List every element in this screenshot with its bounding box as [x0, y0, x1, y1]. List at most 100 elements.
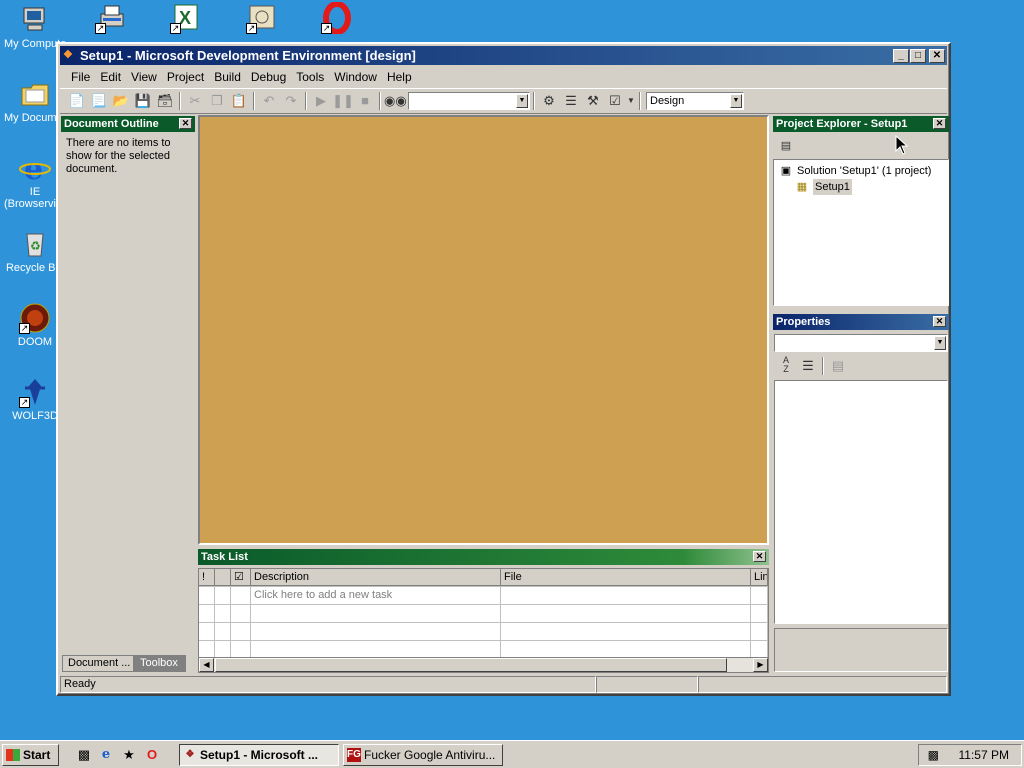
property-pages-icon[interactable]: ▤ — [827, 356, 849, 376]
standard-toolbar: 📄 📃 📂 💾 🗃 ✂ ❐ 📋 ↶ ↷ ▶ ❚❚ ■ ◉◉ ▼ ⚙ ☰ ⚒ ☑ … — [60, 88, 947, 114]
tree-item-solution[interactable]: ▣ Solution 'Setup1' (1 project) — [778, 163, 948, 179]
copy-icon[interactable]: ❐ — [206, 91, 228, 111]
chevron-down-icon[interactable]: ▼ — [934, 336, 946, 350]
show-desktop-icon[interactable]: ▩ — [76, 747, 92, 763]
column-checked[interactable]: ☑ — [231, 569, 251, 586]
antivirus-app-icon: FG — [347, 748, 361, 762]
close-icon[interactable]: ✕ — [179, 118, 192, 129]
desktop-icon-printer[interactable]: ↗ — [80, 2, 142, 36]
panel-title-text: Task List — [201, 551, 248, 563]
main-window: ❖ Setup1 - Microsoft Development Environ… — [56, 42, 951, 696]
network-tray-icon[interactable]: ▩ — [923, 748, 939, 762]
cell — [231, 623, 251, 640]
new-project-icon[interactable]: 📄 — [66, 91, 88, 111]
column-description[interactable]: Description — [251, 569, 501, 586]
column-file[interactable]: File — [501, 569, 751, 586]
close-icon[interactable]: ✕ — [933, 316, 946, 327]
task-list-icon[interactable]: ☑ — [604, 91, 626, 111]
taskbar-button-antivirus[interactable]: FG Fucker Google Antiviru... — [343, 744, 503, 766]
clock[interactable]: 11:57 PM — [959, 748, 1009, 762]
menu-view[interactable]: View — [126, 70, 162, 84]
add-item-icon[interactable]: 📃 — [88, 91, 110, 111]
menu-build[interactable]: Build — [209, 70, 246, 84]
toolbox-icon[interactable]: ⚒ — [582, 91, 604, 111]
task-horizontal-scrollbar[interactable]: ◀ ▶ — [198, 657, 769, 673]
ie-quicklaunch-icon[interactable]: e — [98, 747, 114, 763]
menu-help[interactable]: Help — [382, 70, 417, 84]
menu-debug[interactable]: Debug — [246, 70, 291, 84]
properties-object-combo[interactable]: ▼ — [774, 334, 948, 352]
find-binoculars-icon[interactable]: ◉◉ — [384, 91, 407, 111]
redo-icon[interactable]: ↷ — [280, 91, 302, 111]
column-priority[interactable]: ! — [199, 569, 215, 586]
network-quicklaunch-icon[interactable]: ★ — [121, 747, 137, 763]
tree-item-project[interactable]: ▦ Setup1 — [778, 179, 948, 195]
scroll-right-icon[interactable]: ▶ — [753, 658, 768, 672]
paste-icon[interactable]: 📋 — [228, 91, 250, 111]
devenv-app-icon[interactable]: ❖ — [63, 49, 76, 62]
tab-toolbox[interactable]: Toolbox — [134, 655, 186, 672]
doom-icon: ↗ — [19, 302, 51, 334]
task-grid-header: ! ☑ Description File Lin — [199, 569, 768, 587]
opera-quicklaunch-icon[interactable]: O — [144, 747, 160, 763]
cut-icon[interactable]: ✂ — [184, 91, 206, 111]
menu-window[interactable]: Window — [329, 70, 382, 84]
properties-window-icon[interactable]: ☰ — [560, 91, 582, 111]
close-icon[interactable]: ✕ — [753, 551, 766, 562]
task-grid: ! ☑ Description File Lin Click here to a… — [198, 568, 769, 660]
cell — [751, 623, 768, 640]
add-task-placeholder[interactable]: Click here to add a new task — [251, 587, 501, 604]
save-all-icon[interactable]: 🗃 — [154, 91, 176, 111]
menu-project[interactable]: Project — [162, 70, 209, 84]
menu-tools[interactable]: Tools — [291, 70, 329, 84]
minimize-button[interactable]: _ — [893, 49, 909, 63]
start-icon[interactable]: ▶ — [310, 91, 332, 111]
pause-icon[interactable]: ❚❚ — [332, 91, 354, 111]
solution-explorer-icon[interactable]: ⚙ — [538, 91, 560, 111]
close-icon[interactable]: ✕ — [933, 118, 946, 129]
menu-file[interactable]: File — [66, 70, 95, 84]
tab-document-outline[interactable]: Document ... — [62, 655, 134, 672]
column-type[interactable] — [215, 569, 231, 586]
desktop-icon-gallery[interactable]: ↗ — [231, 2, 293, 36]
stop-icon[interactable]: ■ — [354, 91, 376, 111]
start-label: Start — [23, 748, 51, 762]
opera-icon: ↗ — [321, 1, 353, 35]
taskbar-button-setup1[interactable]: ❖ Setup1 - Microsoft ... — [179, 744, 339, 766]
start-button[interactable]: Start — [2, 744, 59, 766]
sort-alphabetic-icon[interactable]: AZ — [775, 356, 797, 376]
undo-icon[interactable]: ↶ — [258, 91, 280, 111]
menu-edit[interactable]: Edit — [95, 70, 126, 84]
scrollbar-thumb[interactable] — [215, 658, 727, 672]
scroll-left-icon[interactable]: ◀ — [199, 658, 214, 672]
mouse-cursor-icon — [895, 135, 909, 155]
sort-categorized-icon[interactable]: ☰ — [797, 356, 819, 376]
tree-item-label: Solution 'Setup1' (1 project) — [797, 165, 932, 177]
configuration-combo[interactable]: Design ▼ — [646, 92, 744, 110]
open-icon[interactable]: 📂 — [110, 91, 132, 111]
svg-text:♻: ♻ — [30, 239, 41, 253]
column-line[interactable]: Lin — [751, 569, 768, 586]
chevron-down-icon[interactable]: ▼ — [516, 94, 528, 108]
task-new-row[interactable]: Click here to add a new task — [199, 587, 768, 605]
desktop-icon-excel[interactable]: X ↗ — [155, 2, 217, 36]
chevron-down-icon[interactable]: ▼ — [730, 94, 742, 108]
designer-canvas[interactable] — [198, 115, 769, 545]
close-button[interactable]: ✕ — [929, 49, 945, 63]
window-titlebar[interactable]: ❖ Setup1 - Microsoft Development Environ… — [60, 46, 947, 65]
save-icon[interactable]: 💾 — [132, 91, 154, 111]
system-tray: ▩ 11:57 PM — [918, 744, 1022, 766]
find-combo[interactable]: ▼ — [408, 92, 530, 110]
maximize-button[interactable]: □ — [910, 49, 926, 63]
status-panel — [698, 676, 947, 693]
cell — [751, 587, 768, 604]
toolbar-separator — [379, 92, 381, 110]
document-outline-panel: Document Outline ✕ There are no items to… — [61, 116, 195, 676]
cell — [231, 641, 251, 658]
cell — [251, 623, 501, 640]
view-properties-icon[interactable]: ▤ — [775, 136, 797, 156]
more-dropdown-icon[interactable]: ▼ — [626, 91, 636, 111]
desktop-icon-opera[interactable]: ↗ — [306, 1, 368, 36]
properties-grid[interactable] — [774, 380, 948, 624]
document-outline-message: There are no items to show for the selec… — [66, 137, 171, 175]
